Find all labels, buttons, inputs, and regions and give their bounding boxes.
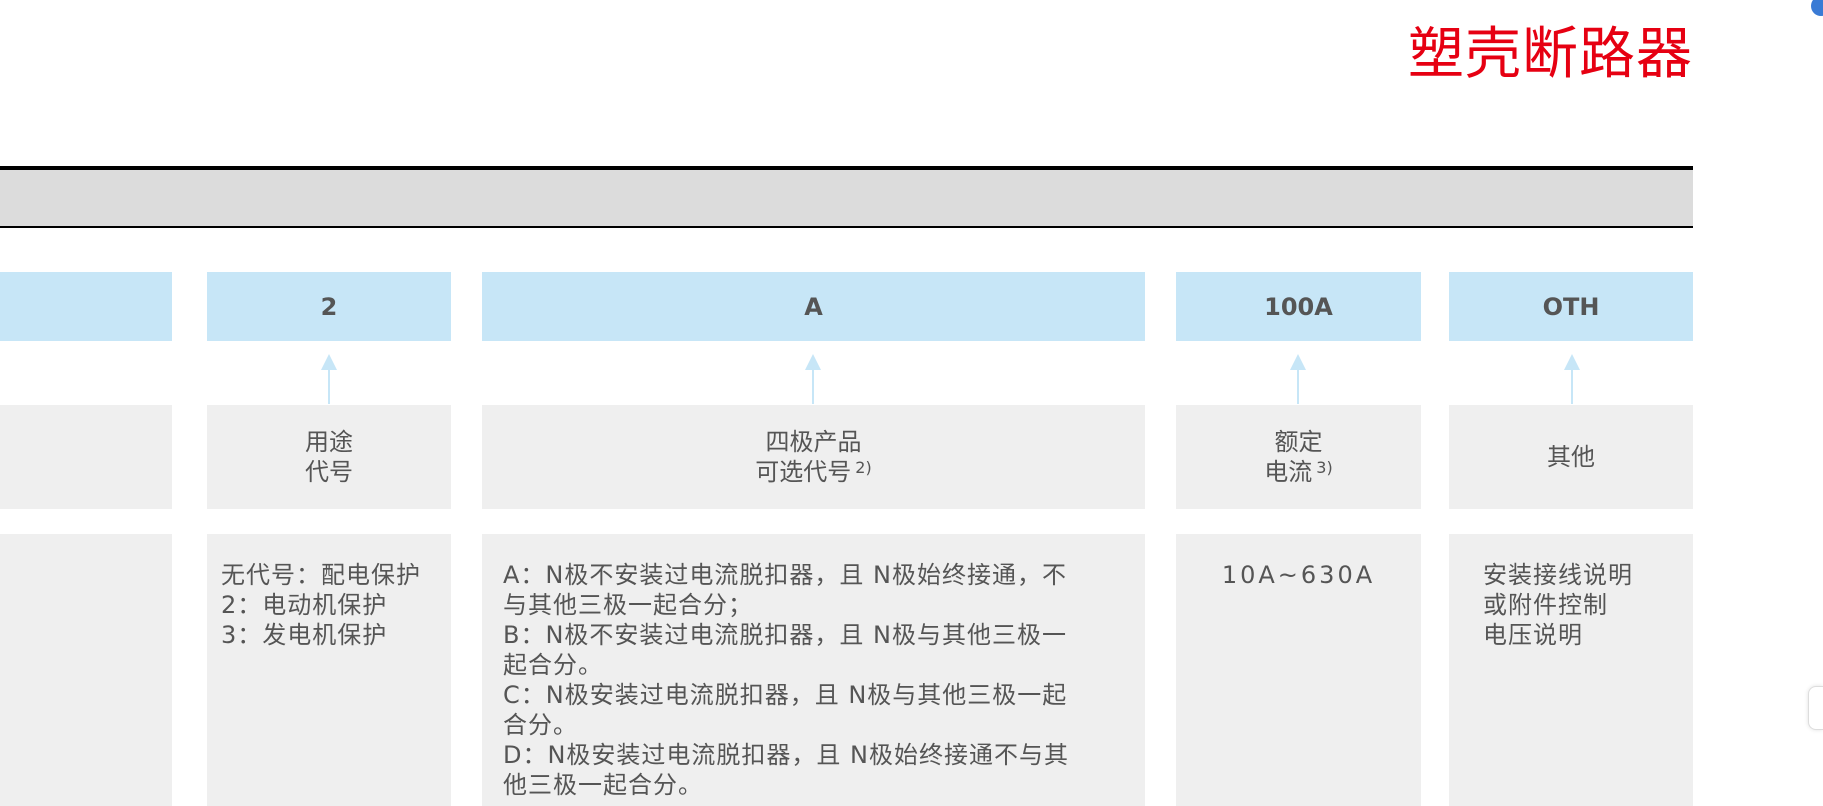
detail-line: B：N极不安装过电流脱扣器，且 N极与其他三极一 — [503, 621, 1067, 649]
detail-other: 安装接线说明 或附件控制 电压说明 — [1449, 534, 1693, 806]
detail-line: 或附件控制 — [1483, 591, 1608, 619]
label-line: 额定 — [1274, 428, 1323, 456]
detail-line: 10A~630A — [1221, 561, 1376, 589]
detail-line: D：N极安装过电流脱扣器，且 N极始终接通不与其 — [503, 741, 1070, 769]
footnote-marker: 3) — [1316, 458, 1333, 477]
detail-line: 他三极一起合分。 — [503, 771, 703, 799]
arrow-icon — [1290, 354, 1306, 404]
detail-line: 起合分。 — [503, 651, 603, 679]
corner-badge[interactable] — [1811, 0, 1823, 16]
header-code-2: 2 — [207, 272, 451, 341]
arrow-icon — [1564, 354, 1580, 404]
detail-line: 无代号：配电保护 — [221, 561, 421, 589]
page-title: 塑壳断路器 — [1408, 22, 1693, 87]
footnote-marker: 2) — [855, 458, 872, 477]
header-code-100a: 100A — [1176, 272, 1421, 341]
label-line: 可选代号 2) — [755, 458, 872, 486]
label-line: 用途 — [305, 428, 353, 456]
label-four-pole-code: 四极产品 可选代号 2) — [482, 405, 1145, 509]
detail-line: 3：发电机保护 — [221, 621, 388, 649]
arrow-icon — [321, 354, 337, 404]
detail-line: C：N极安装过电流脱扣器，且 N极与其他三极一起 — [503, 681, 1068, 709]
label-rated-current: 额定 电流 3) — [1176, 405, 1421, 509]
label-usage-code: 用途 代号 — [207, 405, 451, 509]
detail-line: 电压说明 — [1483, 621, 1583, 649]
detail-line: 2：电动机保护 — [221, 591, 388, 619]
gray-band — [0, 170, 1693, 226]
detail-usage-code: 无代号：配电保护 2：电动机保护 3：发电机保护 — [207, 534, 451, 806]
header-code-a: A — [482, 272, 1145, 341]
header-code-oth: OTH — [1449, 272, 1693, 341]
label-other: 其他 — [1449, 405, 1693, 509]
label-line: 代号 — [305, 458, 353, 486]
label-partial — [0, 405, 172, 509]
detail-four-pole-code: A：N极不安装过电流脱扣器，且 N极始终接通，不 与其他三极一起合分； B：N极… — [482, 534, 1145, 806]
bottom-rule — [0, 226, 1693, 228]
arrow-icon — [805, 354, 821, 404]
detail-partial — [0, 534, 172, 806]
side-tab[interactable] — [1808, 686, 1823, 730]
detail-line: 合分。 — [503, 711, 578, 739]
label-line: 四极产品 — [765, 428, 862, 456]
detail-line: 安装接线说明 — [1483, 561, 1633, 589]
label-line: 其他 — [1547, 443, 1595, 471]
detail-line: 与其他三极一起合分； — [503, 591, 753, 619]
detail-rated-current: 10A~630A — [1176, 534, 1421, 806]
detail-line: A：N极不安装过电流脱扣器，且 N极始终接通，不 — [503, 561, 1067, 589]
header-partial — [0, 272, 172, 341]
label-line: 电流 3) — [1264, 458, 1333, 486]
